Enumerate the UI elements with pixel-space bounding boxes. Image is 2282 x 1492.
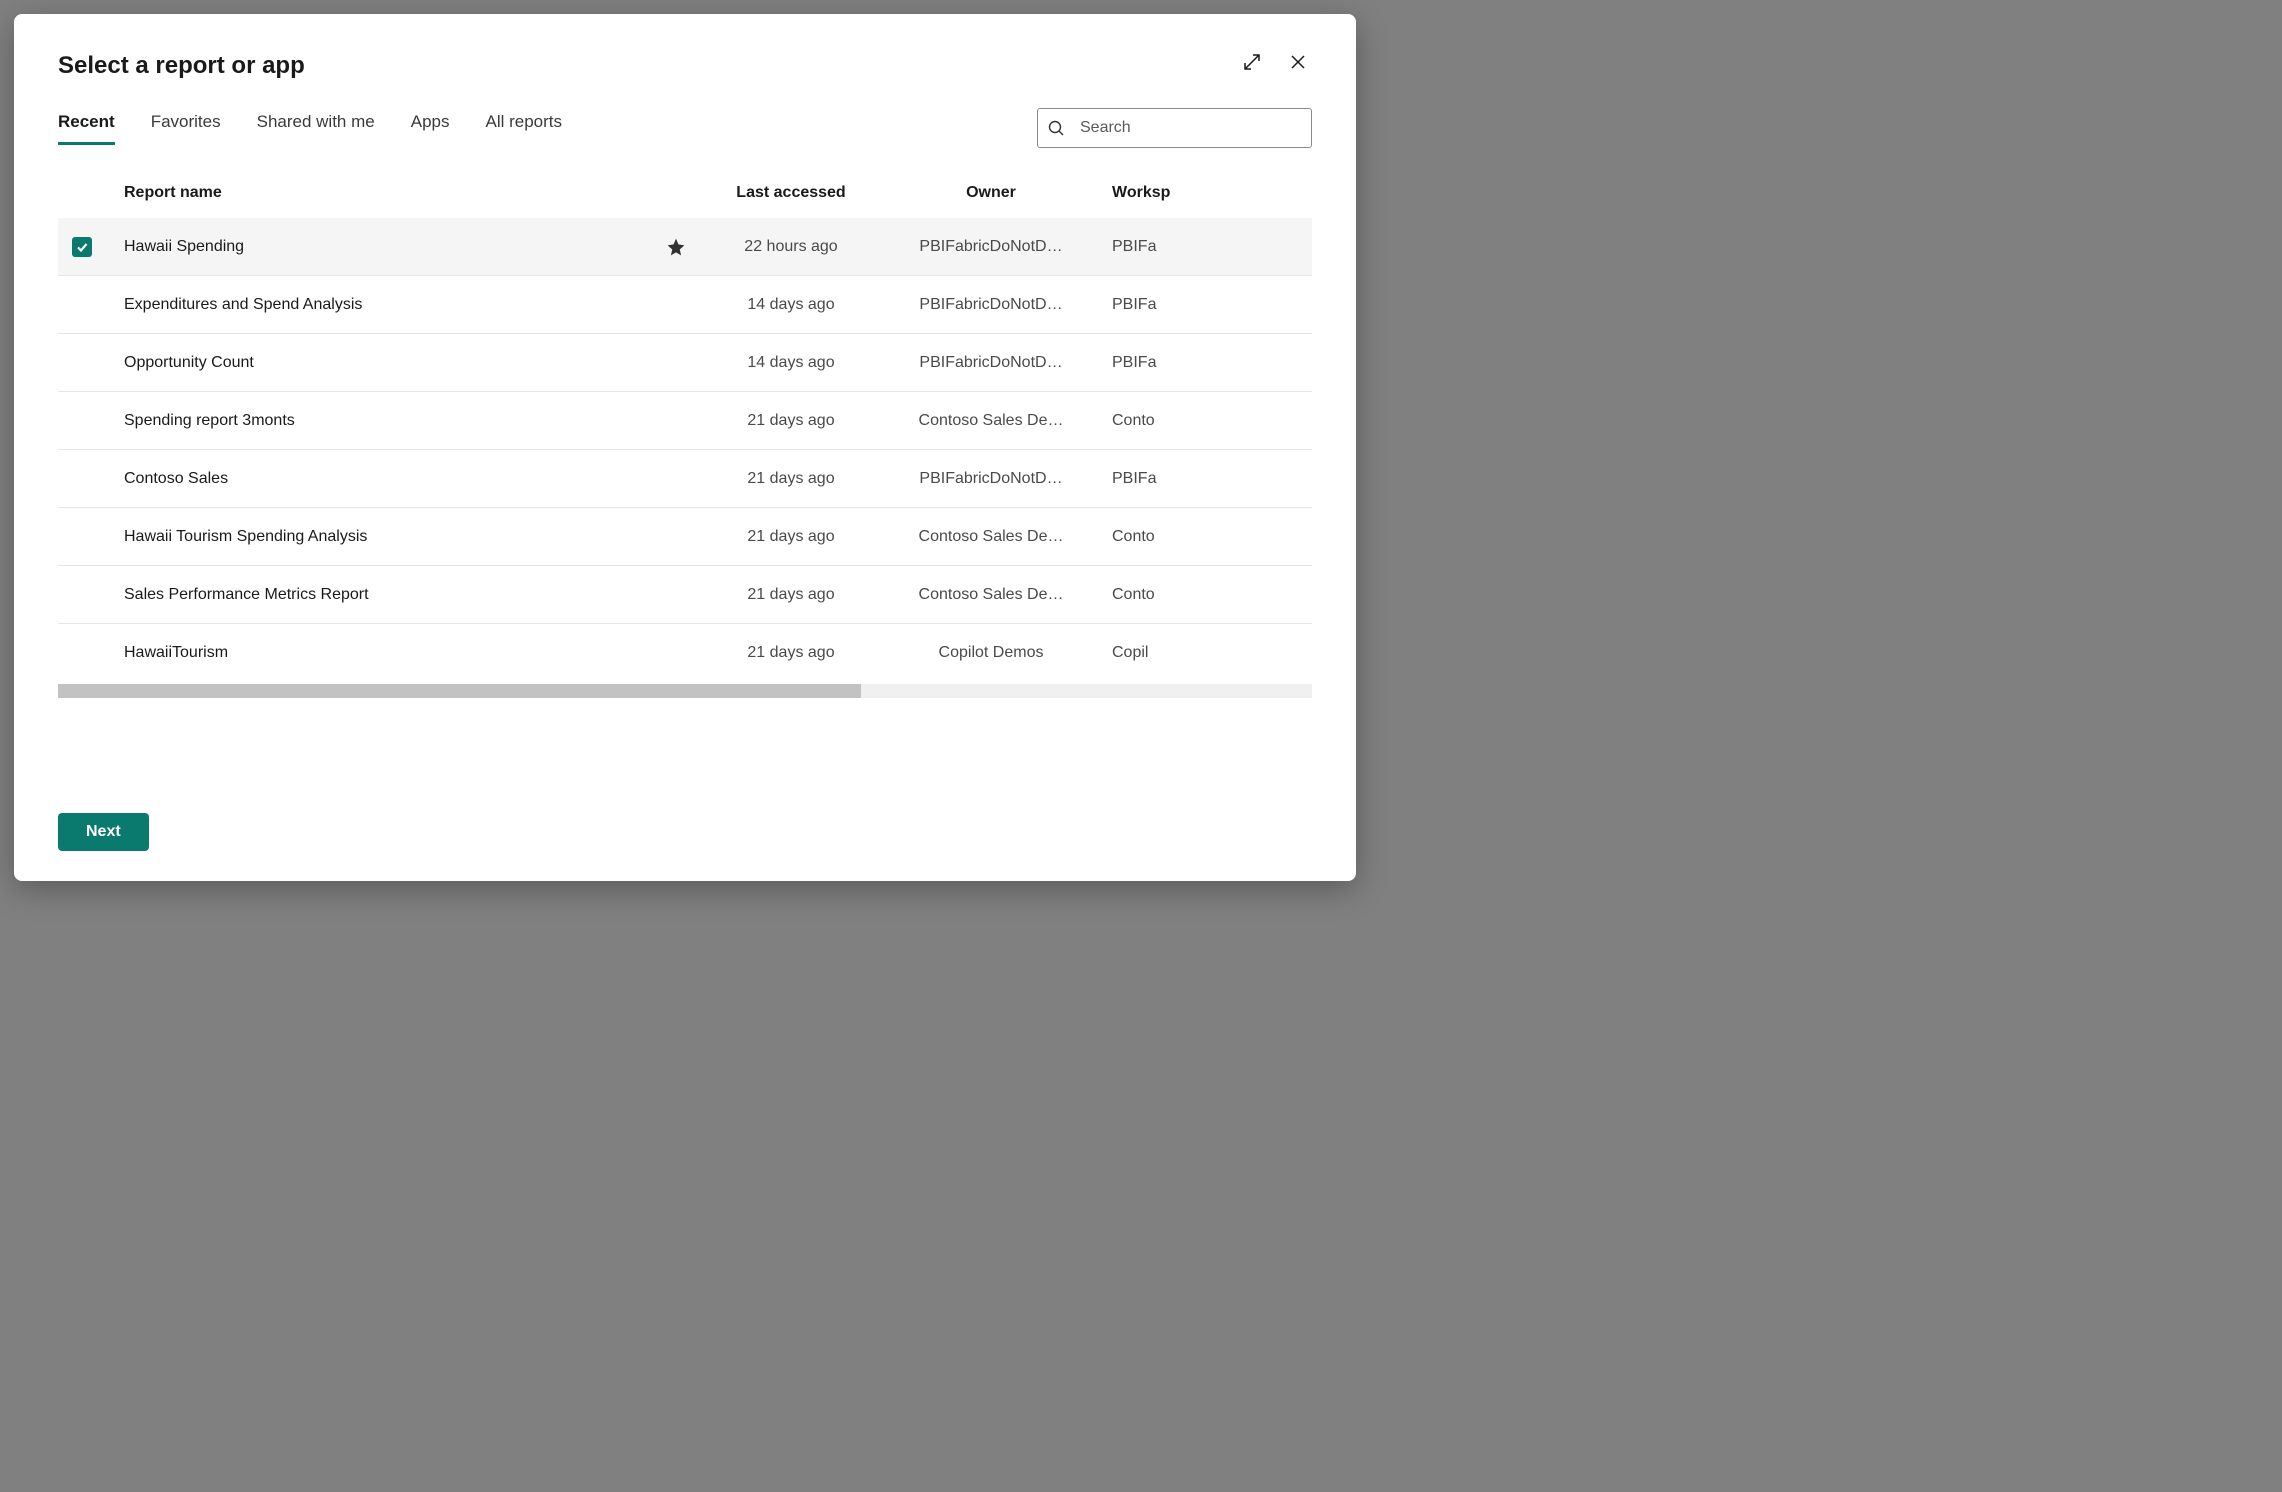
col-header-name[interactable]: Report name xyxy=(106,184,656,202)
search-input[interactable] xyxy=(1080,119,1301,137)
report-name: Hawaii Tourism Spending Analysis xyxy=(106,528,656,546)
last-accessed: 21 days ago xyxy=(696,586,886,604)
workspace: Conto xyxy=(1096,586,1176,604)
tab-favorites[interactable]: Favorites xyxy=(151,112,221,145)
tab-shared-with-me[interactable]: Shared with me xyxy=(257,112,375,145)
last-accessed: 14 days ago xyxy=(696,296,886,314)
table-row[interactable]: Spending report 3monts 21 days ago Conto… xyxy=(58,392,1312,450)
tab-recent[interactable]: Recent xyxy=(58,112,115,145)
owner: Contoso Sales De… xyxy=(886,412,1096,430)
col-header-workspace[interactable]: Worksp xyxy=(1096,184,1176,202)
select-report-modal: Select a report or app Recent Favorites … xyxy=(14,14,1356,881)
owner: Contoso Sales De… xyxy=(886,586,1096,604)
owner: Copilot Demos xyxy=(886,644,1096,662)
checkmark-icon xyxy=(75,240,89,254)
next-button[interactable]: Next xyxy=(58,813,149,851)
owner: PBIFabricDoNotD… xyxy=(886,470,1096,488)
table-row[interactable]: Sales Performance Metrics Report 21 days… xyxy=(58,566,1312,624)
last-accessed: 21 days ago xyxy=(696,528,886,546)
last-accessed: 14 days ago xyxy=(696,354,886,372)
report-name: Sales Performance Metrics Report xyxy=(106,586,656,604)
table-row[interactable]: Contoso Sales 21 days ago PBIFabricDoNot… xyxy=(58,450,1312,508)
owner: PBIFabricDoNotD… xyxy=(886,296,1096,314)
tab-all-reports[interactable]: All reports xyxy=(485,112,562,145)
scrollbar-thumb[interactable] xyxy=(58,684,861,698)
page-title: Select a report or app xyxy=(58,52,305,80)
last-accessed: 22 hours ago xyxy=(696,238,886,256)
workspace: PBIFa xyxy=(1096,238,1176,256)
workspace: PBIFa xyxy=(1096,354,1176,372)
tabs: Recent Favorites Shared with me Apps All… xyxy=(58,112,562,145)
workspace: Conto xyxy=(1096,528,1176,546)
table-row[interactable]: Expenditures and Spend Analysis 14 days … xyxy=(58,276,1312,334)
table-row[interactable]: Hawaii Spending 22 hours ago PBIFabricDo… xyxy=(58,218,1312,276)
star-icon[interactable] xyxy=(666,237,686,257)
expand-button[interactable] xyxy=(1238,48,1266,76)
workspace: Conto xyxy=(1096,412,1176,430)
tab-apps[interactable]: Apps xyxy=(411,112,450,145)
workspace: PBIFa xyxy=(1096,470,1176,488)
workspace: PBIFa xyxy=(1096,296,1176,314)
report-name: Hawaii Spending xyxy=(106,238,656,256)
owner: PBIFabricDoNotD… xyxy=(886,354,1096,372)
owner: Contoso Sales De… xyxy=(886,528,1096,546)
report-name: Opportunity Count xyxy=(106,354,656,372)
expand-icon xyxy=(1243,53,1261,71)
horizontal-scrollbar[interactable] xyxy=(58,684,1312,698)
last-accessed: 21 days ago xyxy=(696,470,886,488)
workspace: Copil xyxy=(1096,644,1176,662)
header-actions xyxy=(1238,48,1312,76)
close-button[interactable] xyxy=(1284,48,1312,76)
report-name: HawaiiTourism xyxy=(106,644,656,662)
report-table: Report name Last accessed Owner Worksp H… xyxy=(58,168,1312,791)
col-header-access[interactable]: Last accessed xyxy=(696,184,886,202)
report-name: Spending report 3monts xyxy=(106,412,656,430)
modal-header: Select a report or app xyxy=(58,52,1312,80)
last-accessed: 21 days ago xyxy=(696,644,886,662)
table-row[interactable]: HawaiiTourism 21 days ago Copilot Demos … xyxy=(58,624,1312,682)
search-icon xyxy=(1048,120,1064,136)
table-row[interactable]: Hawaii Tourism Spending Analysis 21 days… xyxy=(58,508,1312,566)
close-icon xyxy=(1290,54,1306,70)
search-box[interactable] xyxy=(1037,108,1312,148)
row-checkbox[interactable] xyxy=(72,237,92,257)
last-accessed: 21 days ago xyxy=(696,412,886,430)
col-header-owner[interactable]: Owner xyxy=(886,184,1096,202)
tabs-row: Recent Favorites Shared with me Apps All… xyxy=(58,108,1312,148)
modal-footer: Next xyxy=(58,813,1312,851)
report-name: Expenditures and Spend Analysis xyxy=(106,296,656,314)
report-name: Contoso Sales xyxy=(106,470,656,488)
owner: PBIFabricDoNotD… xyxy=(886,238,1096,256)
table-header: Report name Last accessed Owner Worksp xyxy=(58,168,1312,218)
table-row[interactable]: Opportunity Count 14 days ago PBIFabricD… xyxy=(58,334,1312,392)
